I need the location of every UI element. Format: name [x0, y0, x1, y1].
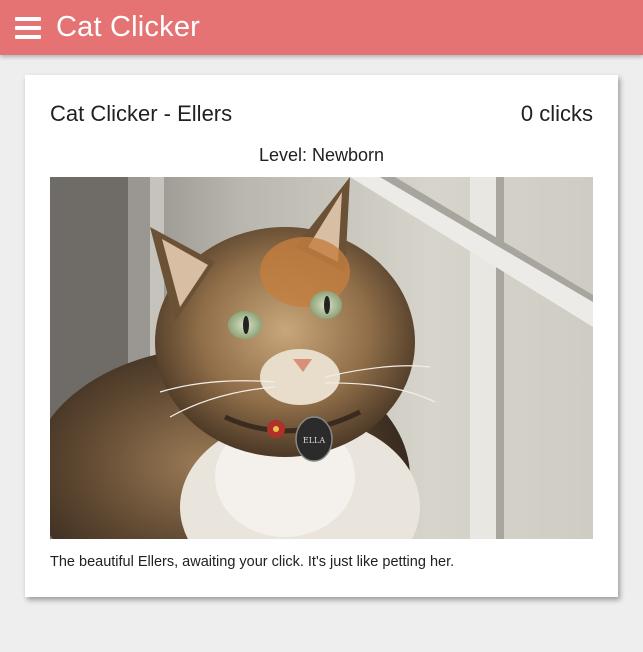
menu-line — [15, 25, 41, 30]
cat-image[interactable]: ELLA — [50, 177, 593, 539]
card-header: Cat Clicker - Ellers 0 clicks — [50, 101, 593, 127]
app-title: Cat Clicker — [56, 11, 200, 43]
cat-name: Cat Clicker - Ellers — [50, 101, 233, 126]
cat-card: Cat Clicker - Ellers 0 clicks Level: New… — [25, 75, 618, 597]
menu-line — [15, 16, 41, 21]
menu-line — [15, 34, 41, 39]
click-counter: 0 clicks — [520, 101, 593, 126]
app-bar: Cat Clicker — [0, 0, 643, 55]
cat-level: Level: Newborn — [258, 145, 385, 165]
cat-caption: The beautiful Ellers, awaiting your clic… — [50, 554, 455, 570]
hamburger-menu-icon[interactable] — [15, 16, 41, 39]
cat-tag-text: ELLA — [303, 436, 325, 445]
